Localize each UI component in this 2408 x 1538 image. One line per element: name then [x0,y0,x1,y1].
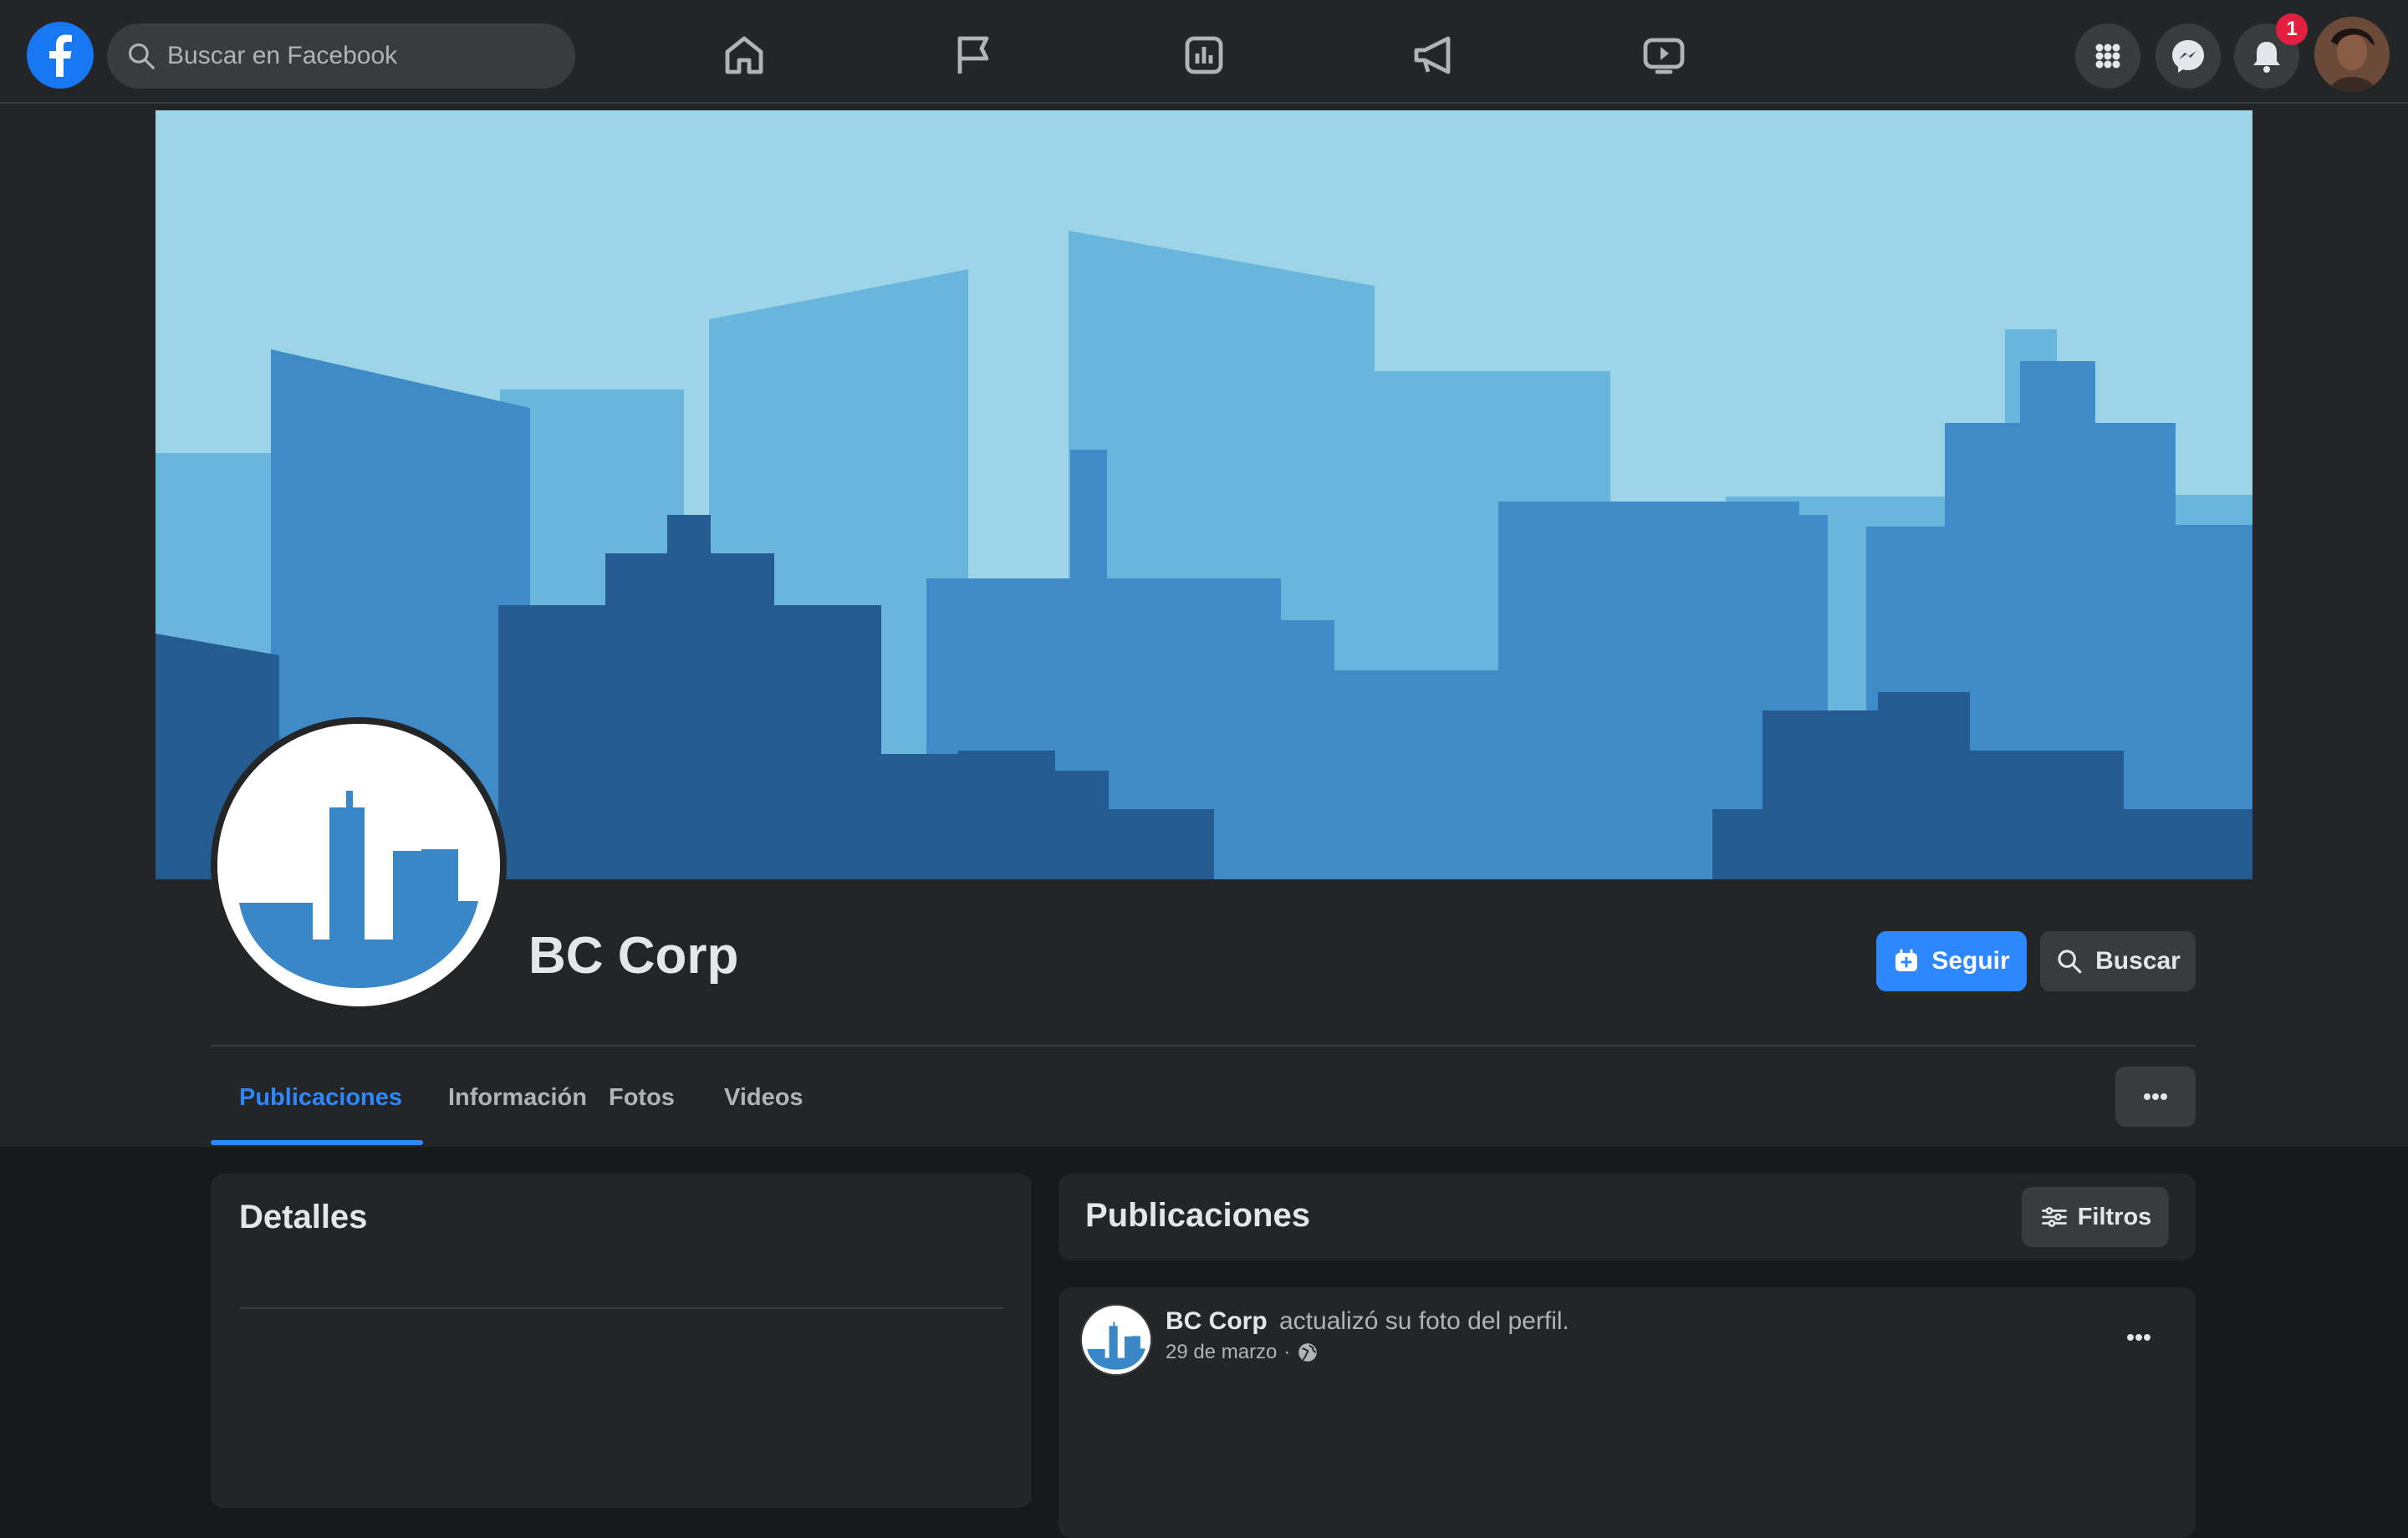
tab-fotos[interactable]: Fotos [609,1062,675,1145]
follow-label: Seguir [1931,947,2010,975]
notification-badge: 1 [2276,13,2308,45]
post-header-line: BC Corp actualizó su foto del perfil. [1166,1307,1569,1336]
details-title: Detalles [239,1199,368,1235]
top-navigation-bar: Buscar en Facebook 1 [0,0,2408,104]
more-options-button[interactable] [2115,1067,2196,1127]
home-icon[interactable] [717,28,771,82]
search-input[interactable]: Buscar en Facebook [107,23,575,89]
page-search-label: Buscar [2095,947,2181,975]
filters-label: Filtros [2077,1203,2152,1230]
post-meta: 29 de marzo · [1166,1341,1319,1364]
tab-publicaciones[interactable]: Publicaciones [239,1062,402,1145]
active-tab-indicator [211,1140,423,1145]
megaphone-icon[interactable] [1408,28,1462,82]
search-placeholder: Buscar en Facebook [167,42,398,69]
grid-menu-icon [2095,43,2120,69]
messenger-icon [2172,40,2204,73]
search-icon [128,43,155,69]
meta-separator: · [1283,1341,1291,1363]
search-icon [2058,950,2082,974]
page-profile-picture[interactable] [211,717,507,1013]
post-more-button[interactable] [2120,1322,2157,1352]
messenger-button[interactable] [2155,23,2221,89]
page-title: BC Corp [528,927,739,985]
details-divider [239,1307,1003,1309]
insights-icon[interactable] [1177,28,1231,82]
menu-button[interactable] [2075,23,2140,89]
follow-button[interactable]: Seguir [1876,931,2027,991]
tab-videos[interactable]: Videos [724,1062,804,1145]
more-icon [2127,1334,2150,1341]
facebook-logo-icon[interactable] [27,22,94,89]
watch-icon[interactable] [1637,28,1691,82]
more-icon [2144,1093,2167,1100]
user-avatar[interactable] [2314,17,2390,92]
follow-icon [1895,949,1918,971]
details-card: Detalles [211,1174,1032,1508]
page-search-button[interactable]: Buscar [2040,931,2196,991]
cover-photo[interactable] [156,110,2252,879]
flag-icon[interactable] [946,28,1000,82]
header-divider [211,1045,2196,1047]
filter-sliders-icon [2041,1207,2067,1227]
filters-button[interactable]: Filtros [2022,1187,2169,1247]
posts-title: Publicaciones [1085,1197,1310,1234]
globe-icon [1298,1343,1318,1362]
post-date[interactable]: 29 de marzo [1166,1341,1277,1364]
tab-informacion[interactable]: Información [448,1062,587,1145]
post-author-name[interactable]: BC Corp [1166,1307,1268,1335]
post-action-text: actualizó su foto del perfil. [1279,1307,1569,1335]
post-author-avatar[interactable] [1080,1304,1152,1376]
